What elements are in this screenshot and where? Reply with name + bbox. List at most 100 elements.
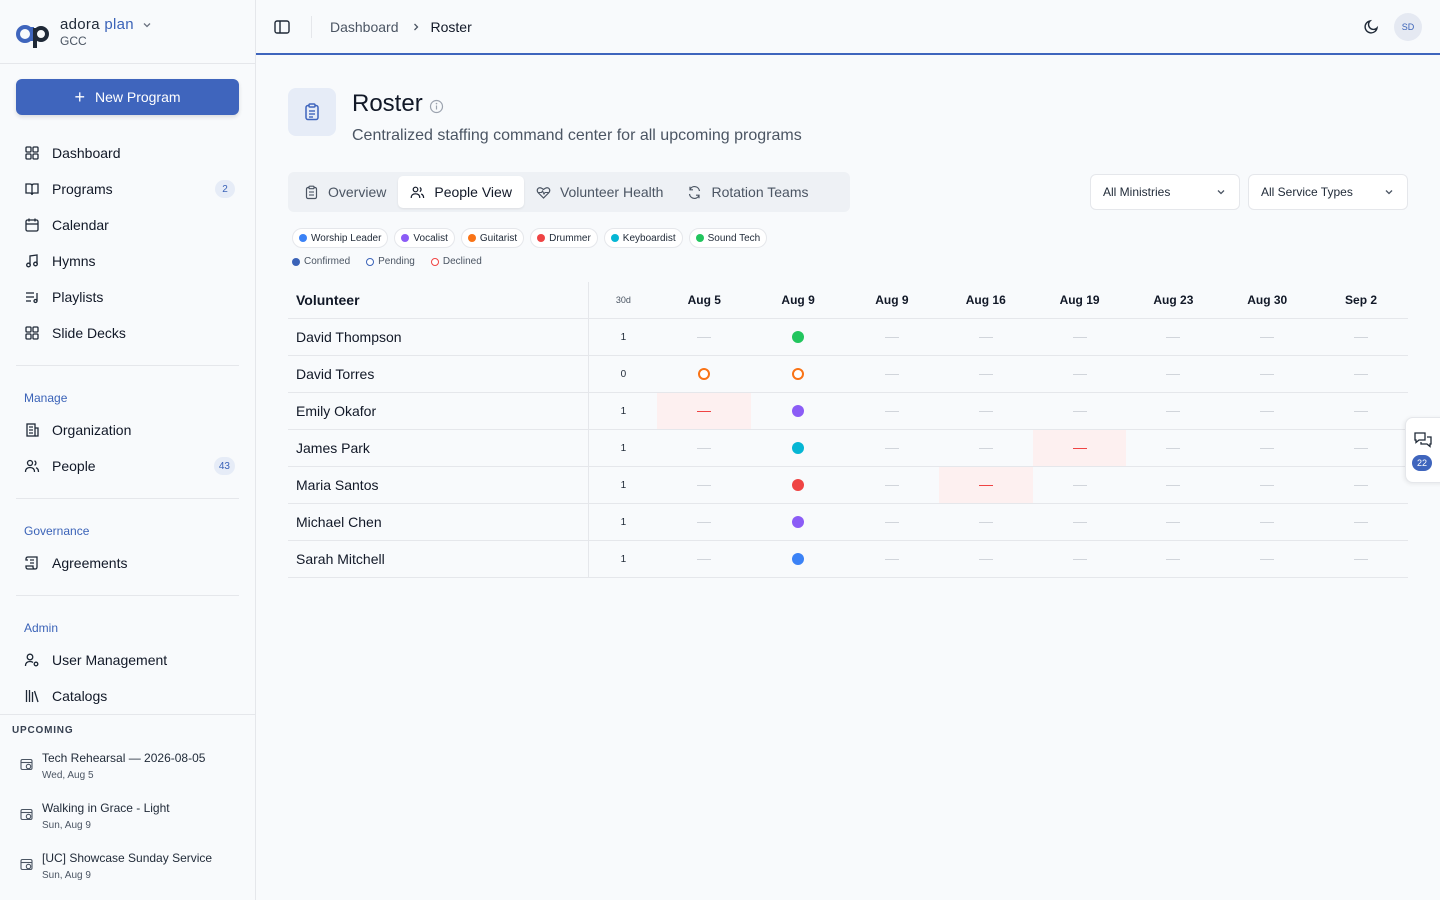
schedule-cell[interactable] bbox=[1220, 319, 1314, 355]
date-column-header[interactable]: Aug 23 bbox=[1126, 282, 1220, 318]
schedule-cell[interactable] bbox=[1314, 504, 1408, 540]
schedule-cell[interactable] bbox=[1033, 356, 1127, 392]
schedule-cell[interactable] bbox=[1033, 319, 1127, 355]
schedule-cell[interactable] bbox=[845, 467, 939, 503]
schedule-cell[interactable] bbox=[1220, 393, 1314, 429]
ministries-select[interactable]: All Ministries bbox=[1090, 174, 1240, 210]
schedule-cell[interactable] bbox=[657, 393, 752, 429]
schedule-cell[interactable] bbox=[657, 356, 751, 392]
schedule-cell[interactable] bbox=[938, 467, 1033, 503]
schedule-cell[interactable] bbox=[939, 356, 1033, 392]
org-switcher[interactable]: adora plan GCC bbox=[0, 0, 255, 64]
new-program-button[interactable]: + New Program bbox=[16, 79, 239, 115]
schedule-cell[interactable] bbox=[845, 430, 939, 466]
schedule-cell[interactable] bbox=[1314, 356, 1408, 392]
schedule-cell[interactable] bbox=[1314, 393, 1408, 429]
volunteer-name[interactable]: David Torres bbox=[288, 356, 590, 392]
schedule-cell[interactable] bbox=[1220, 541, 1314, 577]
schedule-cell[interactable] bbox=[939, 430, 1033, 466]
schedule-cell[interactable] bbox=[939, 541, 1033, 577]
schedule-cell[interactable] bbox=[1314, 467, 1408, 503]
schedule-cell[interactable] bbox=[845, 393, 939, 429]
schedule-cell[interactable] bbox=[1126, 393, 1220, 429]
schedule-cell[interactable] bbox=[751, 541, 845, 577]
tab-rotation-teams[interactable]: Rotation Teams bbox=[675, 176, 820, 208]
moon-icon[interactable] bbox=[1364, 18, 1380, 34]
date-column-header[interactable]: Aug 9 bbox=[845, 282, 939, 318]
info-icon[interactable] bbox=[429, 99, 444, 114]
schedule-cell[interactable] bbox=[657, 541, 751, 577]
schedule-cell[interactable] bbox=[845, 504, 939, 540]
upcoming-item[interactable]: Walking in Grace - Light Sun, Aug 9 bbox=[20, 801, 245, 831]
schedule-cell[interactable] bbox=[751, 356, 845, 392]
schedule-cell[interactable] bbox=[751, 319, 845, 355]
schedule-cell[interactable] bbox=[1126, 356, 1220, 392]
volunteer-name[interactable]: Emily Okafor bbox=[288, 393, 590, 429]
schedule-cell[interactable] bbox=[939, 393, 1033, 429]
schedule-cell[interactable] bbox=[1126, 541, 1220, 577]
schedule-cell[interactable] bbox=[845, 319, 939, 355]
schedule-cell[interactable] bbox=[1220, 467, 1314, 503]
schedule-cell[interactable] bbox=[1314, 430, 1408, 466]
nav-playlists[interactable]: Playlists bbox=[16, 279, 239, 315]
schedule-cell[interactable] bbox=[751, 430, 845, 466]
schedule-cell[interactable] bbox=[1033, 467, 1127, 503]
tab-people-view[interactable]: People View bbox=[398, 176, 524, 208]
volunteer-name[interactable]: Sarah Mitchell bbox=[288, 541, 590, 577]
schedule-cell[interactable] bbox=[1032, 430, 1127, 466]
schedule-cell[interactable] bbox=[657, 467, 751, 503]
date-column-header[interactable]: Aug 30 bbox=[1220, 282, 1314, 318]
schedule-cell[interactable] bbox=[1314, 541, 1408, 577]
schedule-cell[interactable] bbox=[751, 393, 845, 429]
date-column-header[interactable]: Aug 5 bbox=[657, 282, 751, 318]
nav-hymns[interactable]: Hymns bbox=[16, 243, 239, 279]
avatar[interactable]: SD bbox=[1394, 13, 1422, 41]
nav-agreements[interactable]: Agreements bbox=[16, 545, 239, 581]
date-column-header[interactable]: Aug 19 bbox=[1033, 282, 1127, 318]
schedule-cell[interactable] bbox=[657, 504, 751, 540]
tab-volunteer-health[interactable]: Volunteer Health bbox=[524, 176, 676, 208]
nav-slide-decks[interactable]: Slide Decks bbox=[16, 315, 239, 351]
schedule-cell[interactable] bbox=[845, 541, 939, 577]
nav-calendar[interactable]: Calendar bbox=[16, 207, 239, 243]
schedule-cell[interactable] bbox=[1220, 356, 1314, 392]
nav-organization[interactable]: Organization bbox=[16, 412, 239, 448]
volunteer-name[interactable]: David Thompson bbox=[288, 319, 590, 355]
schedule-cell[interactable] bbox=[1033, 393, 1127, 429]
schedule-cell[interactable] bbox=[751, 504, 845, 540]
schedule-cell[interactable] bbox=[939, 319, 1033, 355]
schedule-cell[interactable] bbox=[1220, 430, 1314, 466]
upcoming-item[interactable]: Tech Rehearsal — 2026-08-05 Wed, Aug 5 bbox=[20, 751, 245, 781]
breadcrumb-dashboard[interactable]: Dashboard bbox=[330, 19, 399, 35]
schedule-cell[interactable] bbox=[1126, 430, 1220, 466]
schedule-cell[interactable] bbox=[1126, 504, 1220, 540]
volunteer-name[interactable]: Maria Santos bbox=[288, 467, 590, 503]
schedule-cell[interactable] bbox=[657, 430, 751, 466]
schedule-cell[interactable] bbox=[751, 467, 845, 503]
schedule-cell[interactable] bbox=[657, 319, 751, 355]
nav-people[interactable]: People 43 bbox=[16, 448, 239, 484]
service-types-select[interactable]: All Service Types bbox=[1248, 174, 1408, 210]
schedule-cell[interactable] bbox=[1033, 541, 1127, 577]
schedule-cell[interactable] bbox=[1314, 319, 1408, 355]
upcoming-item[interactable]: [UC] Showcase Sunday Service Sun, Aug 9 bbox=[20, 851, 245, 881]
schedule-cell[interactable] bbox=[1033, 504, 1127, 540]
date-column-header[interactable]: Aug 9 bbox=[751, 282, 845, 318]
schedule-cell[interactable] bbox=[939, 504, 1033, 540]
volunteer-name[interactable]: Michael Chen bbox=[288, 504, 590, 540]
schedule-cell[interactable] bbox=[845, 356, 939, 392]
comments-widget[interactable]: 22 bbox=[1405, 417, 1440, 483]
date-column-header[interactable]: Aug 16 bbox=[939, 282, 1033, 318]
schedule-cell[interactable] bbox=[1126, 319, 1220, 355]
tab-overview[interactable]: Overview bbox=[292, 176, 398, 208]
schedule-cell[interactable] bbox=[1126, 467, 1220, 503]
sidebar-toggle-icon[interactable] bbox=[273, 18, 291, 36]
nav-dashboard[interactable]: Dashboard bbox=[16, 135, 239, 171]
nav-catalogs[interactable]: Catalogs bbox=[16, 678, 239, 714]
volunteer-column-header[interactable]: Volunteer bbox=[288, 282, 590, 318]
schedule-cell[interactable] bbox=[1220, 504, 1314, 540]
nav-user-management[interactable]: User Management bbox=[16, 642, 239, 678]
nav-programs[interactable]: Programs 2 bbox=[16, 171, 239, 207]
date-column-header[interactable]: Sep 2 bbox=[1314, 282, 1408, 318]
volunteer-name[interactable]: James Park bbox=[288, 430, 590, 466]
